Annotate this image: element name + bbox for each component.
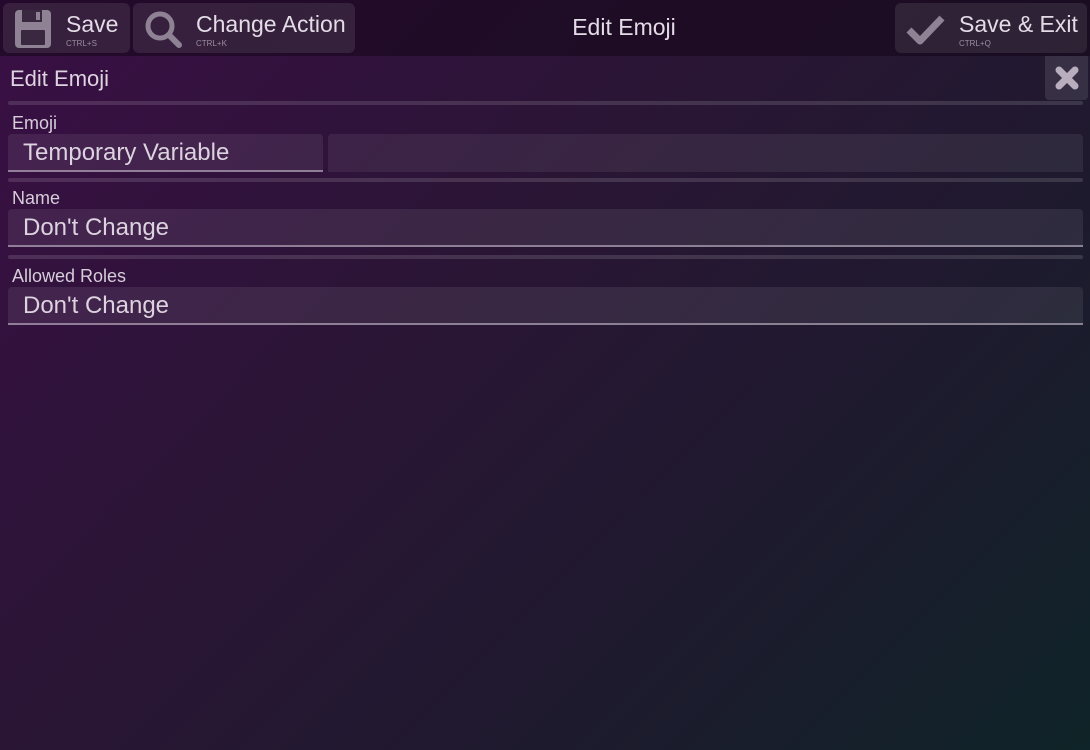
save-button[interactable]: Save CTRL+S — [3, 3, 130, 53]
name-value: Don't Change — [23, 214, 170, 241]
save-and-exit-shortcut: CTRL+Q — [959, 39, 991, 48]
change-action-label: Change Action — [196, 11, 346, 37]
emoji-label: Emoji — [12, 113, 58, 133]
change-action-shortcut: CTRL+K — [196, 39, 227, 48]
allowed-roles-value: Don't Change — [23, 292, 170, 319]
allowed-roles-select[interactable]: Don't Change — [8, 287, 1083, 325]
save-shortcut: CTRL+S — [66, 39, 97, 48]
name-select[interactable]: Don't Change — [8, 209, 1083, 247]
close-button[interactable] — [1045, 56, 1088, 100]
window-title: Edit Emoji — [572, 14, 676, 40]
allowed-roles-label: Allowed Roles — [12, 266, 127, 286]
save-label: Save — [66, 11, 119, 37]
checkmark-icon — [905, 9, 945, 49]
search-icon — [143, 9, 183, 49]
panel-title: Edit Emoji — [10, 66, 110, 91]
save-and-exit-button[interactable]: Save & Exit CTRL+Q — [895, 3, 1087, 53]
divider — [8, 101, 1083, 105]
name-label: Name — [12, 188, 61, 208]
divider — [8, 178, 1083, 182]
divider — [8, 255, 1083, 259]
save-and-exit-label: Save & Exit — [959, 11, 1078, 37]
floppy-disk-icon — [13, 9, 53, 49]
emoji-source-value: Temporary Variable — [23, 139, 230, 166]
toolbar: Save CTRL+S Change Action CTRL+K Edit Em… — [0, 0, 1090, 56]
emoji-source-select[interactable]: Temporary Variable — [8, 134, 323, 172]
emoji-variable-input[interactable] — [328, 134, 1083, 172]
change-action-button[interactable]: Change Action CTRL+K — [133, 3, 355, 53]
